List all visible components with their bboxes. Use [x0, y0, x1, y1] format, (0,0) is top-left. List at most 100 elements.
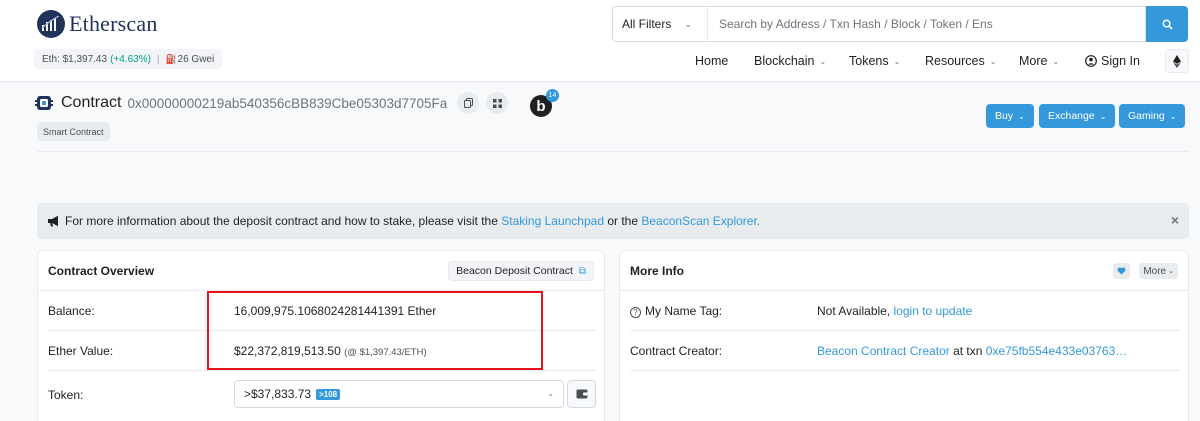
- chevron-down-icon: ⌄: [1052, 56, 1060, 66]
- search-filter-label: All Filters: [622, 17, 672, 31]
- more-info-card: More Info More ⌄ ? My Name Tag: Not Avail…: [619, 250, 1189, 421]
- more-info-header: More Info More ⌄: [620, 251, 1188, 291]
- nav-resources[interactable]: Resources ⌄: [925, 50, 996, 72]
- sign-in-label: Sign In: [1101, 54, 1140, 68]
- qr-code-icon: [492, 98, 502, 108]
- token-value: >$37,833.73: [244, 387, 312, 401]
- search-button[interactable]: [1146, 6, 1188, 42]
- chevron-down-icon: ⌄: [893, 56, 901, 66]
- more-button-label: More: [1143, 265, 1167, 277]
- buy-button-label: Buy: [995, 110, 1014, 122]
- eth-price-bar: Eth: $1,397.43 (+4.63%) | ⛽ 26 Gwei: [34, 49, 223, 69]
- chevron-down-icon: ⌄: [1018, 111, 1025, 121]
- row-divider: [48, 370, 596, 371]
- beaconscan-explorer-link[interactable]: BeaconScan Explorer.: [641, 214, 760, 228]
- token-holdings-view-button[interactable]: [567, 380, 596, 408]
- exchange-button-label: Exchange: [1048, 110, 1095, 122]
- wallet-icon: [576, 389, 588, 399]
- nav-more[interactable]: More ⌄: [1019, 50, 1059, 72]
- logo-mark-icon: [37, 10, 65, 38]
- name-tag-row: ? My Name Tag: Not Available, login to up…: [630, 291, 1180, 330]
- logo-text: Etherscan: [69, 11, 158, 36]
- more-info-title: More Info: [630, 263, 684, 278]
- chevron-down-icon: ⌄: [684, 18, 692, 29]
- more-dropdown-button[interactable]: More ⌄: [1139, 263, 1178, 279]
- search-bar: All Filters ⌄: [612, 6, 1188, 42]
- creator-txn-link[interactable]: 0xe75fb554e433e03763…: [986, 344, 1127, 358]
- contract-overview-title: Contract Overview: [48, 263, 155, 278]
- balance-label: Balance:: [48, 303, 95, 318]
- heart-icon: [1117, 267, 1126, 275]
- page-title-label: Contract: [61, 94, 122, 111]
- watchlist-button[interactable]: [1113, 263, 1130, 279]
- alert-text-mid: or the: [607, 214, 639, 228]
- beacon-deposit-contract-button[interactable]: Beacon Deposit Contract ⧉: [448, 261, 594, 281]
- chevron-down-icon: ⌄: [1099, 111, 1107, 121]
- eth-price-change: (+4.63%): [110, 53, 151, 65]
- copy-address-button[interactable]: [457, 92, 480, 114]
- token-count-badge: >108: [316, 388, 341, 400]
- qr-code-button[interactable]: [486, 92, 509, 114]
- chevron-down-icon: ⌄: [1168, 268, 1174, 275]
- gas-price[interactable]: 26 Gwei: [178, 54, 215, 65]
- sign-in-link[interactable]: Sign In: [1085, 50, 1140, 72]
- token-label: Token:: [48, 387, 84, 402]
- page-title: Contract 0x00000000219ab540356cBB839Cbe0…: [35, 92, 509, 114]
- nav-blockchain[interactable]: Blockchain ⌄: [754, 50, 826, 72]
- eth-price[interactable]: Eth: $1,397.43: [42, 54, 107, 65]
- token-holdings-dropdown[interactable]: >$37,833.73 >108 ⌄: [234, 380, 564, 408]
- megaphone-icon: [48, 215, 58, 227]
- name-tag-value-container: Not Available, login to update: [817, 304, 972, 318]
- contract-creator-value: Beacon Contract Creator at txn 0xe75fb55…: [817, 344, 1127, 358]
- gas-pump-icon: ⛽: [165, 53, 177, 64]
- title-divider: [37, 151, 1189, 152]
- search-filter-select[interactable]: All Filters ⌄: [612, 6, 707, 42]
- chevron-down-icon: ⌄: [819, 56, 827, 66]
- ethereum-icon: [1173, 54, 1181, 68]
- nav-home[interactable]: Home: [695, 50, 728, 72]
- site-header: Etherscan Eth: $1,397.43 (+4.63%) | ⛽ 26…: [0, 0, 1200, 82]
- name-tag-label: My Name Tag:: [645, 303, 723, 318]
- chevron-down-icon: ⌄: [547, 389, 554, 398]
- network-switch-button[interactable]: [1165, 49, 1189, 73]
- smart-contract-badge: Smart Contract: [37, 122, 110, 141]
- name-tag-value: Not Available,: [817, 303, 891, 318]
- etherscan-logo[interactable]: Etherscan: [37, 10, 158, 38]
- contract-creator-link[interactable]: Beacon Contract Creator: [817, 344, 950, 358]
- nav-tokens[interactable]: Tokens ⌄: [849, 50, 900, 72]
- staking-launchpad-link[interactable]: Staking Launchpad: [501, 214, 604, 228]
- login-to-update-link[interactable]: login to update: [894, 304, 973, 318]
- gaming-button-label: Gaming: [1128, 110, 1165, 122]
- creator-at-text: at txn: [953, 343, 983, 358]
- gaming-button[interactable]: Gaming ⌄: [1119, 104, 1186, 128]
- exchange-button[interactable]: Exchange ⌄: [1039, 104, 1116, 128]
- price-separator: |: [156, 53, 160, 65]
- nav-resources-label: Resources: [925, 54, 985, 68]
- blockscan-letter: b: [536, 97, 546, 115]
- question-circle-icon: ?: [630, 306, 641, 318]
- chevron-down-icon: ⌄: [1169, 111, 1177, 121]
- ether-value-label: Ether Value:: [48, 343, 114, 358]
- name-tag-label-container: ? My Name Tag:: [630, 304, 722, 318]
- row-divider: [630, 370, 1180, 371]
- buy-button[interactable]: Buy ⌄: [986, 104, 1034, 128]
- contract-creator-label: Contract Creator:: [630, 343, 723, 358]
- search-input[interactable]: [707, 6, 1146, 42]
- chevron-down-icon: ⌄: [989, 56, 997, 66]
- external-link-icon: ⧉: [578, 265, 586, 277]
- nav-home-label: Home: [695, 54, 729, 68]
- contract-icon: [35, 96, 53, 110]
- close-icon[interactable]: ×: [1171, 212, 1179, 228]
- staking-info-alert: For more information about the deposit c…: [37, 203, 1189, 239]
- highlight-annotation-box: [207, 291, 543, 370]
- alert-text: For more information about the deposit c…: [65, 214, 498, 228]
- beacon-deposit-contract-label: Beacon Deposit Contract: [456, 265, 573, 277]
- search-icon: [1162, 19, 1173, 30]
- contract-creator-row: Contract Creator: Beacon Contract Creato…: [630, 331, 1180, 370]
- nav-blockchain-label: Blockchain: [754, 54, 815, 68]
- nav-tokens-label: Tokens: [849, 54, 889, 68]
- contract-address: 0x00000000219ab540356cBB839Cbe05303d7705…: [127, 95, 448, 111]
- nav-more-label: More: [1019, 54, 1048, 68]
- blockscan-count-badge: 14: [546, 89, 559, 102]
- contract-overview-header: Contract Overview Beacon Deposit Contrac…: [38, 251, 604, 291]
